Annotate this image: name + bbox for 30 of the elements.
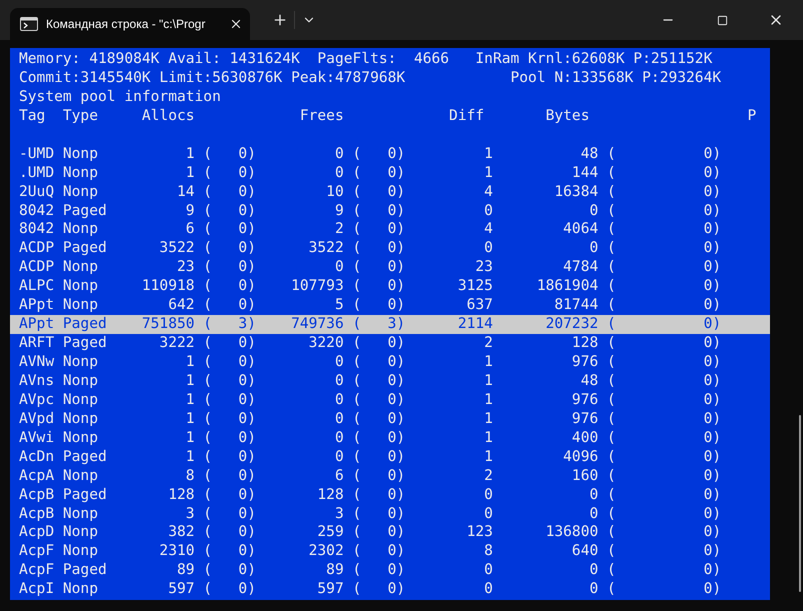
pool-row[interactable]: AVns Nonp 1 ( 0) 0 ( 0) 1 48 ( 0) bbox=[10, 372, 770, 391]
pool-row[interactable]: .UMD Nonp 1 ( 0) 0 ( 0) 1 144 ( 0) bbox=[10, 164, 770, 183]
status-line: System pool information bbox=[18, 88, 222, 107]
pool-row[interactable]: 2UuQ Nonp 14 ( 0) 10 ( 0) 4 16384 ( 0) bbox=[10, 182, 770, 202]
pool-row[interactable]: AcDn Paged 1 ( 0) 0 ( 0) 1 4096 ( 0) bbox=[10, 448, 770, 467]
pool-row[interactable]: AcpD Nonp 382 ( 0) 259 ( 0) 123 136800 ( 0) bbox=[10, 523, 770, 542]
pool-row[interactable]: ACDP Nonp 23 ( 0) 0 ( 0) 23 4784 ( 0) bbox=[10, 258, 770, 278]
pool-row[interactable]: AVwi Nonp 1 ( 0) 0 ( 0) 1 400 ( 0) bbox=[10, 428, 770, 448]
tab-title: Командная строка - "c:\Progr bbox=[46, 17, 206, 31]
column-header: Tag Type Allocs Frees Diff Bytes P bbox=[18, 106, 758, 126]
pool-row[interactable]: APpt Paged 751850 ( 3) 749736 ( 3) 2114 207232 ( 0) bbox=[10, 315, 770, 334]
pool-row[interactable]: AcpB Paged 128 ( 0) 128 ( 0) 0 0 ( 0) bbox=[10, 486, 770, 504]
terminal-tab[interactable]: Командная строка - "c:\Progr bbox=[10, 8, 250, 40]
pool-row[interactable]: APpt Nonp 642 ( 0) 5 ( 0) 637 81744 ( 0) bbox=[10, 296, 770, 316]
status-line: Memory: 4189084K Avail: 1431624K PageFlts: 4666 InRam Krnl:62608K P:251152K bbox=[18, 50, 714, 69]
pool-row[interactable]: ACDP Paged 3522 ( 0) 3522 ( 0) 0 0 ( 0) bbox=[10, 239, 770, 258]
pool-row[interactable]: AcpI Nonp 597 ( 0) 597 ( 0) 0 0 ( 0) bbox=[10, 580, 770, 600]
status-line: Commit:3145540K Limit:5630876K Peak:4787968K Pool N:133568K P:293264K bbox=[18, 68, 722, 88]
pool-row[interactable]: -UMD Nonp 1 ( 0) 0 ( 0) 1 48 ( 0) bbox=[10, 144, 770, 164]
pool-row[interactable]: AcpB Nonp 3 ( 0) 3 ( 0) 0 0 ( 0) bbox=[10, 504, 770, 524]
pool-row[interactable]: AcpF Nonp 2310 ( 0) 2302 ( 0) 8 640 ( 0) bbox=[10, 542, 770, 562]
pool-row[interactable]: AVpd Nonp 1 ( 0) 0 ( 0) 1 976 ( 0) bbox=[10, 410, 770, 429]
pool-row[interactable]: AVNw Nonp 1 ( 0) 0 ( 0) 1 976 ( 0) bbox=[10, 353, 770, 372]
pool-row[interactable]: AcpA Nonp 8 ( 0) 6 ( 0) 2 160 ( 0) bbox=[10, 466, 770, 486]
pool-row[interactable]: ARFT Paged 3222 ( 0) 3220 ( 0) 2 128 ( 0) bbox=[10, 334, 770, 353]
pool-row[interactable]: ALPC Nonp 110918 ( 0) 107793 ( 0) 3125 1861904 ( 0) bbox=[10, 277, 770, 296]
pool-row[interactable]: 8042 Nonp 6 ( 0) 2 ( 0) 4 4064 ( 0) bbox=[10, 220, 770, 240]
pool-row[interactable]: AcpF Paged 89 ( 0) 89 ( 0) 0 0 ( 0) bbox=[10, 561, 770, 580]
pool-row[interactable]: 8042 Paged 9 ( 0) 9 ( 0) 0 0 ( 0) bbox=[10, 202, 770, 220]
pool-row[interactable]: AVpc Nonp 1 ( 0) 0 ( 0) 1 976 ( 0) bbox=[10, 390, 770, 410]
